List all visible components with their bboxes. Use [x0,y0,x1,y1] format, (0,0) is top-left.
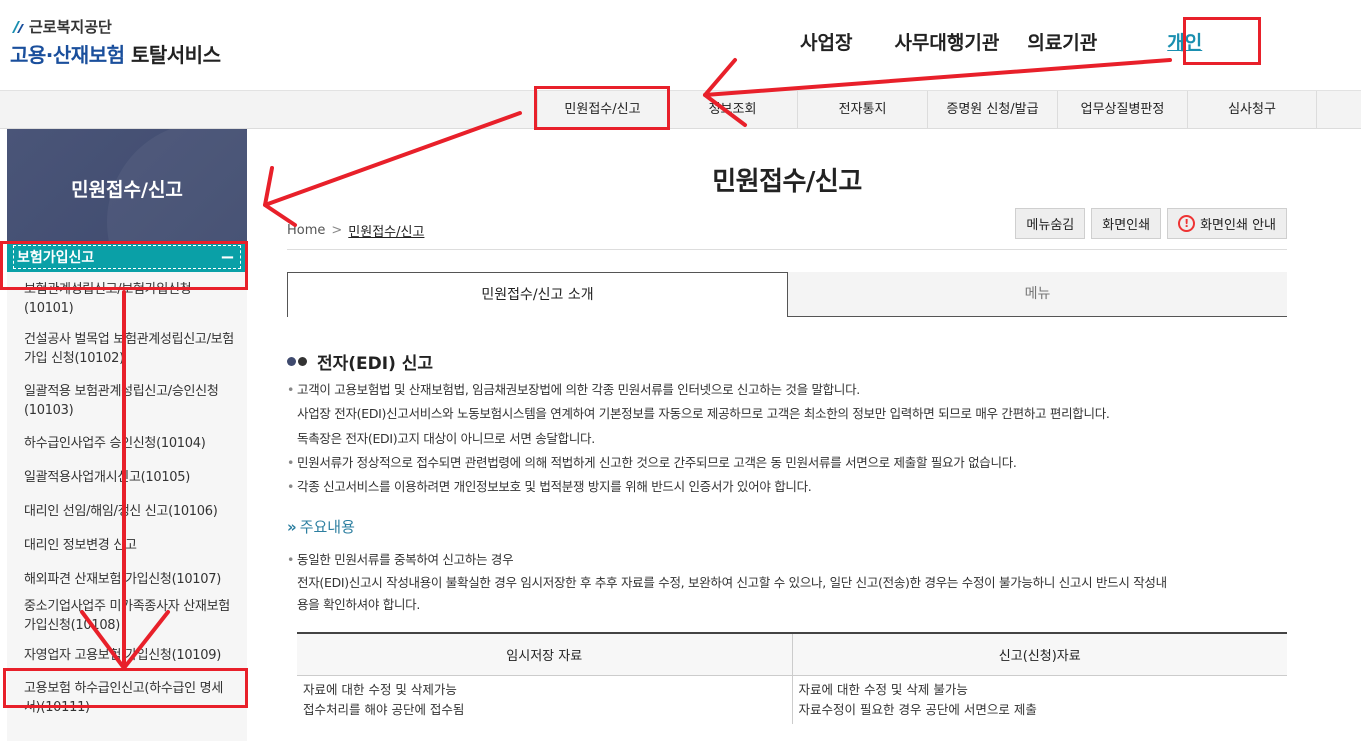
utility-buttons: 메뉴숨김 화면인쇄 ! 화면인쇄 안내 [1015,208,1287,239]
bullet-icon: • [287,479,295,494]
print-guide-button[interactable]: ! 화면인쇄 안내 [1167,208,1287,239]
print-guide-label: 화면인쇄 안내 [1200,218,1276,233]
paragraph-5-text: 각종 신고서비스를 이용하려면 개인정보보호 및 법적분쟁 방지를 위해 반드시… [297,479,812,494]
annotation-box-gnb [534,86,670,130]
sidebar-item-10103[interactable]: 일괄적용 보험관계성립신고/승인신청(10103) [7,382,247,420]
page-title: 민원접수/신고 [712,167,862,197]
sidebar-item-agent-change[interactable]: 대리인 정보변경 신고 [7,536,247,555]
sidebar-category-label: 보험가입신고 [17,250,95,266]
alert-icon: ! [1178,215,1196,232]
table-row: 자료에 대한 수정 및 삭제가능 자료에 대한 수정 및 삭제 불가능 [297,675,1287,700]
table-row: 접수처리를 해야 공단에 접수됨 자료수정이 필요한 경우 공단에 서면으로 제… [297,699,1287,724]
paragraph-3: 독촉장은 전자(EDI)고지 대상이 아니므로 서면 송달합니다. [297,431,595,446]
breadcrumb-home[interactable]: Home [287,223,325,238]
bullet-icon: • [287,552,295,567]
title-divider [287,249,1287,250]
main-menu-bar: 민원접수/신고 정보조회 전자통지 증명원 신청/발급 업무상질병판정 심사청구 [0,90,1361,129]
annotation-box-personal [1183,17,1261,65]
sidebar-header: 민원접수/신고 [7,129,247,242]
table-header: 임시저장 자료 [297,632,792,676]
content-tabs: 민원접수/신고 소개 메뉴 [287,272,1287,317]
site-header: 근로복지공단 고용·산재보험 토탈서비스 사업장 사무대행기관 의료기관 개인 [0,0,1361,90]
sub-section-title-text: 주요내용 [299,518,355,536]
paragraph-2: 사업장 전자(EDI)신고서비스와 노동보험시스템을 연계하여 기본정보를 자동… [297,406,1110,421]
logo-title-dark: 토탈서비스 [130,43,221,67]
logo-title-blue: 고용·산재보험 [10,43,125,67]
sub-paragraph-1-text: 동일한 민원서류를 중복하여 신고하는 경우 [297,552,514,567]
table-cell: 자료에 대한 수정 및 삭제가능 [303,681,457,697]
sub-section-title: » 주요내용 [287,516,355,537]
breadcrumb: Home > 민원접수/신고 [287,221,424,240]
table-cell: 자료에 대한 수정 및 삭제 불가능 [791,675,1287,700]
kcomwel-logo-icon [12,20,24,33]
annotation-box-10109 [3,668,248,708]
paragraph-4-text: 민원서류가 정상적으로 접수되면 관련법령에 의해 적법하게 신고한 것으로 간… [297,455,1017,470]
tab-menu[interactable]: 메뉴 [788,272,1287,317]
sub-paragraph-1: • 동일한 민원서류를 중복하여 신고하는 경우 [287,549,514,568]
gnb-item-appeal[interactable]: 심사청구 [1187,91,1317,129]
gnb-item-disease-judgment[interactable]: 업무상질병판정 [1057,91,1187,129]
sub-paragraph-3: 용을 확인하셔야 합니다. [297,597,421,612]
table-cell: 접수처리를 해야 공단에 접수됨 [303,701,465,717]
hide-menu-button[interactable]: 메뉴숨김 [1015,208,1086,239]
comparison-table: 임시저장 자료 신고(신청)자료 자료에 대한 수정 및 삭제가능 자료에 대한… [297,632,1287,724]
sidebar-item-10107[interactable]: 해외파견 산재보험 가입신청(10107) [7,570,247,589]
gnb-item-info-lookup[interactable]: 정보조회 [667,91,797,129]
site-logo[interactable]: 근로복지공단 고용·산재보험 토탈서비스 [10,16,221,68]
bullet-icon: • [287,455,295,470]
gnb-item-certificate[interactable]: 증명원 신청/발급 [927,91,1057,129]
chevron-right-icon: > [331,223,343,238]
sidebar-menu-list: 보험관계성립신고/보험가입신청(10101) 건설공사 벌목업 보험관계성립신고… [7,272,247,717]
sidebar: 민원접수/신고 보험가입신고 − 보험관계성립신고/보험가입신청(10101) … [7,129,247,741]
top-nav-agency[interactable]: 사무대행기관 [894,28,999,55]
sidebar-item-10104[interactable]: 하수급인사업주 승인신청(10104) [7,434,247,453]
paragraph-5: • 각종 신고서비스를 이용하려면 개인정보보호 및 법적분쟁 방지를 위해 반드… [287,476,812,495]
double-dot-icon [287,357,309,366]
paragraph-1-text: 고객이 고용보험법 및 산재보험법, 임금채권보장법에 의한 각종 민원서류를 … [297,382,860,397]
collapse-minus-icon[interactable]: − [220,247,247,268]
top-nav-medical[interactable]: 의료기관 [1027,28,1097,55]
sidebar-item-10108[interactable]: 중소기업사업주 미가족종사자 산재보험가입신청(10108) [7,597,247,635]
gnb-item-e-notice[interactable]: 전자통지 [797,91,927,129]
sub-paragraph-2: 전자(EDI)신고시 작성내용이 불확실한 경우 임시저장한 후 추후 자료를 … [297,575,1167,590]
section-title: 전자(EDI) 신고 [287,349,433,374]
paragraph-4: • 민원서류가 정상적으로 접수되면 관련법령에 의해 적법하게 신고한 것으로 … [287,452,1017,471]
top-nav: 사업장 사무대행기관 의료기관 개인 [800,28,1202,55]
main-content: 민원접수/신고 Home > 민원접수/신고 메뉴숨김 화면인쇄 ! 화면인쇄 … [287,129,1287,741]
sidebar-title: 민원접수/신고 [71,179,183,201]
tab-intro[interactable]: 민원접수/신고 소개 [287,272,788,317]
sidebar-item-10109[interactable]: 자영업자 고용보험 가입신청(10109) [7,646,247,665]
table-cell: 자료수정이 필요한 경우 공단에 서면으로 제출 [791,699,1287,724]
section-title-text: 전자(EDI) 신고 [317,354,434,374]
table-header: 신고(신청)자료 [791,632,1287,676]
breadcrumb-current[interactable]: 민원접수/신고 [348,221,424,240]
top-nav-business[interactable]: 사업장 [800,28,852,55]
sidebar-item-10106[interactable]: 대리인 선임/해임/갱신 신고(10106) [7,502,247,521]
print-button[interactable]: 화면인쇄 [1091,208,1162,239]
sidebar-item-10102[interactable]: 건설공사 벌목업 보험관계성립신고/보험가입 신청(10102) [7,330,247,368]
sidebar-item-10105[interactable]: 일괄적용사업개시신고(10105) [7,468,247,487]
logo-org-name: 근로복지공단 [29,18,112,36]
bullet-icon: • [287,382,295,397]
paragraph-1: • 고객이 고용보험법 및 산재보험법, 임금채권보장법에 의한 각종 민원서류를… [287,379,860,398]
double-chevron-right-icon: » [287,517,297,536]
